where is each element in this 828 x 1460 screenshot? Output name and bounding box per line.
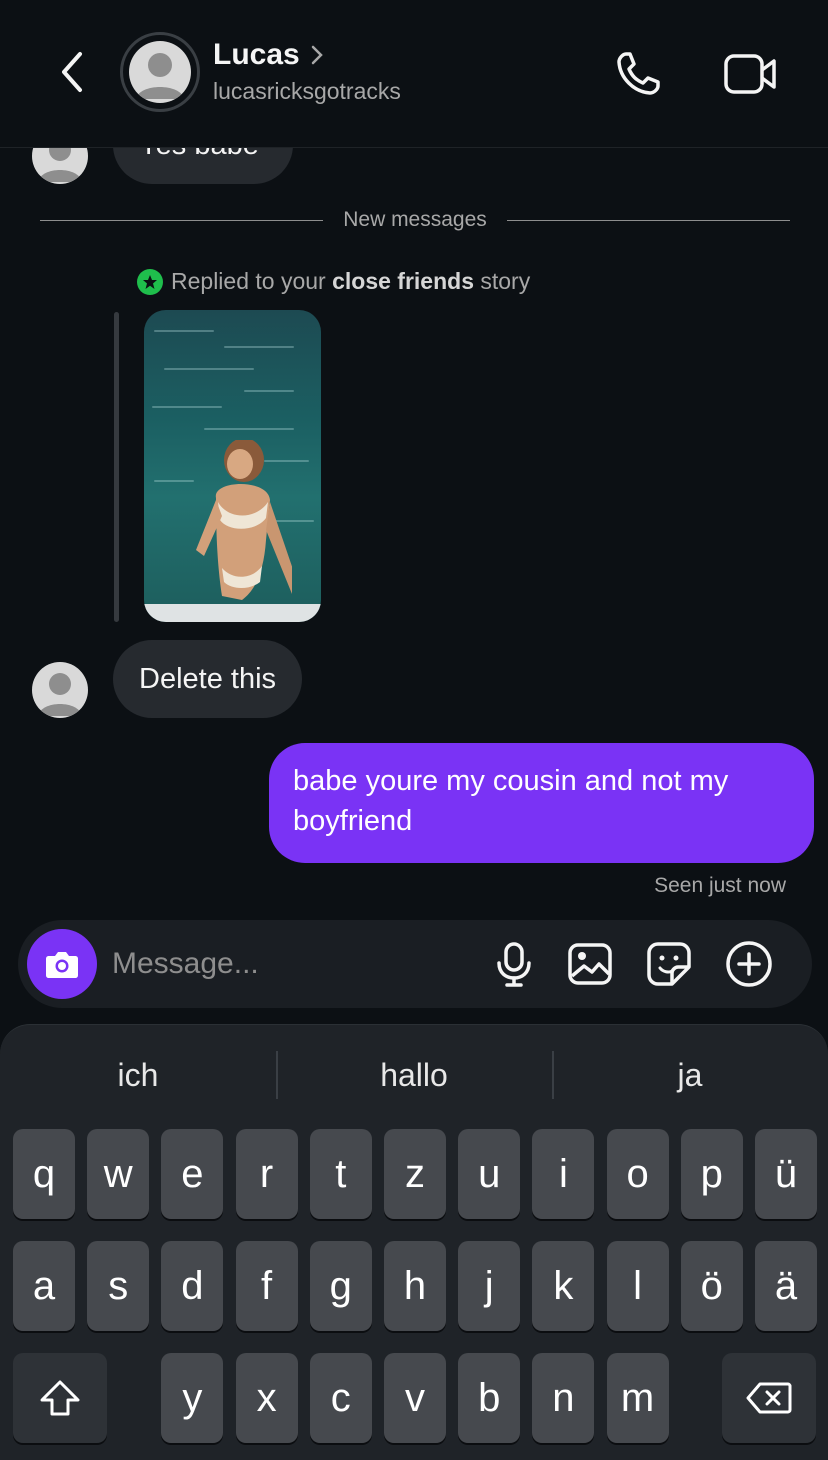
key-x[interactable]: x bbox=[235, 1353, 298, 1443]
contact-name: Lucas bbox=[213, 38, 300, 71]
key-ü[interactable]: ü bbox=[755, 1129, 817, 1219]
contact-name-row[interactable]: Lucas bbox=[213, 38, 324, 72]
key-c[interactable]: c bbox=[309, 1353, 372, 1443]
suggestion[interactable]: ja bbox=[552, 1047, 828, 1103]
incoming-message-text: Delete this bbox=[139, 662, 277, 695]
key-f[interactable]: f bbox=[235, 1241, 298, 1331]
key-o[interactable]: o bbox=[606, 1129, 669, 1219]
key-g[interactable]: g bbox=[309, 1241, 372, 1331]
key-h[interactable]: h bbox=[384, 1241, 446, 1331]
story-thumbnail[interactable] bbox=[144, 310, 321, 622]
incoming-message-bubble[interactable]: Delete this bbox=[113, 640, 303, 718]
key-ö[interactable]: ö bbox=[680, 1241, 743, 1331]
key-v[interactable]: v bbox=[384, 1353, 446, 1443]
sticker-button[interactable] bbox=[645, 940, 693, 988]
divider-line bbox=[40, 219, 324, 221]
chevron-right-icon bbox=[311, 45, 323, 65]
new-messages-divider: New messages bbox=[40, 206, 790, 234]
key-r[interactable]: r bbox=[235, 1129, 298, 1219]
seen-status: Seen just now bbox=[654, 874, 786, 897]
contact-avatar[interactable] bbox=[120, 32, 200, 112]
key-d[interactable]: d bbox=[161, 1241, 224, 1331]
backspace-icon bbox=[746, 1382, 792, 1414]
reply-prefix: Replied to your bbox=[171, 268, 333, 294]
message-input[interactable] bbox=[112, 942, 472, 986]
key-u[interactable]: u bbox=[458, 1129, 521, 1219]
camera-icon bbox=[46, 952, 78, 978]
divider-label: New messages bbox=[343, 208, 487, 231]
on-screen-keyboard: ich hallo ja qwertzuiopü asdfghjklöä yxcvb… bbox=[0, 1024, 828, 1460]
key-t[interactable]: t bbox=[309, 1129, 372, 1219]
microphone-icon bbox=[497, 942, 531, 987]
default-avatar-icon bbox=[136, 53, 184, 99]
reply-suffix: story bbox=[473, 268, 531, 294]
plus-circle-icon bbox=[726, 941, 772, 987]
key-a[interactable]: a bbox=[13, 1241, 75, 1331]
gallery-button[interactable] bbox=[566, 940, 614, 988]
back-button[interactable] bbox=[52, 48, 92, 96]
divider-line bbox=[506, 219, 790, 221]
outgoing-message-text: babe youre my cousin and not my boyfrien… bbox=[293, 765, 729, 837]
more-options-button[interactable] bbox=[725, 940, 773, 988]
video-call-button[interactable] bbox=[722, 48, 778, 100]
close-friends-star-icon bbox=[137, 268, 163, 295]
shift-icon bbox=[40, 1380, 80, 1416]
video-camera-icon bbox=[724, 54, 776, 94]
phone-icon bbox=[617, 52, 660, 95]
key-s[interactable]: s bbox=[87, 1241, 150, 1331]
key-y[interactable]: y bbox=[161, 1353, 224, 1443]
reply-indicator-bar bbox=[114, 312, 119, 622]
key-n[interactable]: n bbox=[532, 1353, 595, 1443]
key-b[interactable]: b bbox=[458, 1353, 521, 1443]
key-j[interactable]: j bbox=[458, 1241, 521, 1331]
chat-header: Lucas lucasricksgotracks bbox=[0, 0, 828, 148]
key-i[interactable]: i bbox=[532, 1129, 595, 1219]
reply-close-friends: close friends bbox=[332, 268, 474, 294]
story-person-image bbox=[196, 440, 292, 600]
message-composer bbox=[18, 920, 812, 1008]
shift-key[interactable] bbox=[13, 1353, 107, 1443]
contact-username: lucasricksgotracks bbox=[213, 78, 401, 104]
key-m[interactable]: m bbox=[606, 1353, 669, 1443]
story-boat-edge bbox=[144, 604, 321, 622]
audio-call-button[interactable] bbox=[612, 48, 664, 100]
outgoing-message-bubble[interactable]: babe youre my cousin and not my boyfrien… bbox=[269, 743, 814, 863]
backspace-key[interactable] bbox=[722, 1353, 816, 1443]
key-k[interactable]: k bbox=[532, 1241, 595, 1331]
sticker-icon bbox=[647, 942, 691, 986]
key-w[interactable]: w bbox=[87, 1129, 150, 1219]
suggestion[interactable]: ich bbox=[0, 1047, 276, 1103]
chevron-left-icon bbox=[62, 52, 82, 92]
key-l[interactable]: l bbox=[606, 1241, 669, 1331]
sender-avatar[interactable] bbox=[32, 662, 88, 718]
suggestion-bar: ich hallo ja bbox=[0, 1047, 828, 1103]
voice-message-button[interactable] bbox=[490, 940, 538, 988]
suggestion[interactable]: hallo bbox=[276, 1047, 552, 1103]
key-z[interactable]: z bbox=[384, 1129, 446, 1219]
story-reply-label: Replied to your close friends story bbox=[137, 268, 530, 295]
camera-button[interactable] bbox=[27, 929, 97, 999]
key-q[interactable]: q bbox=[13, 1129, 75, 1219]
key-ä[interactable]: ä bbox=[755, 1241, 817, 1331]
key-p[interactable]: p bbox=[680, 1129, 743, 1219]
key-e[interactable]: e bbox=[161, 1129, 224, 1219]
gallery-icon bbox=[568, 943, 612, 985]
default-avatar-icon bbox=[38, 673, 82, 716]
